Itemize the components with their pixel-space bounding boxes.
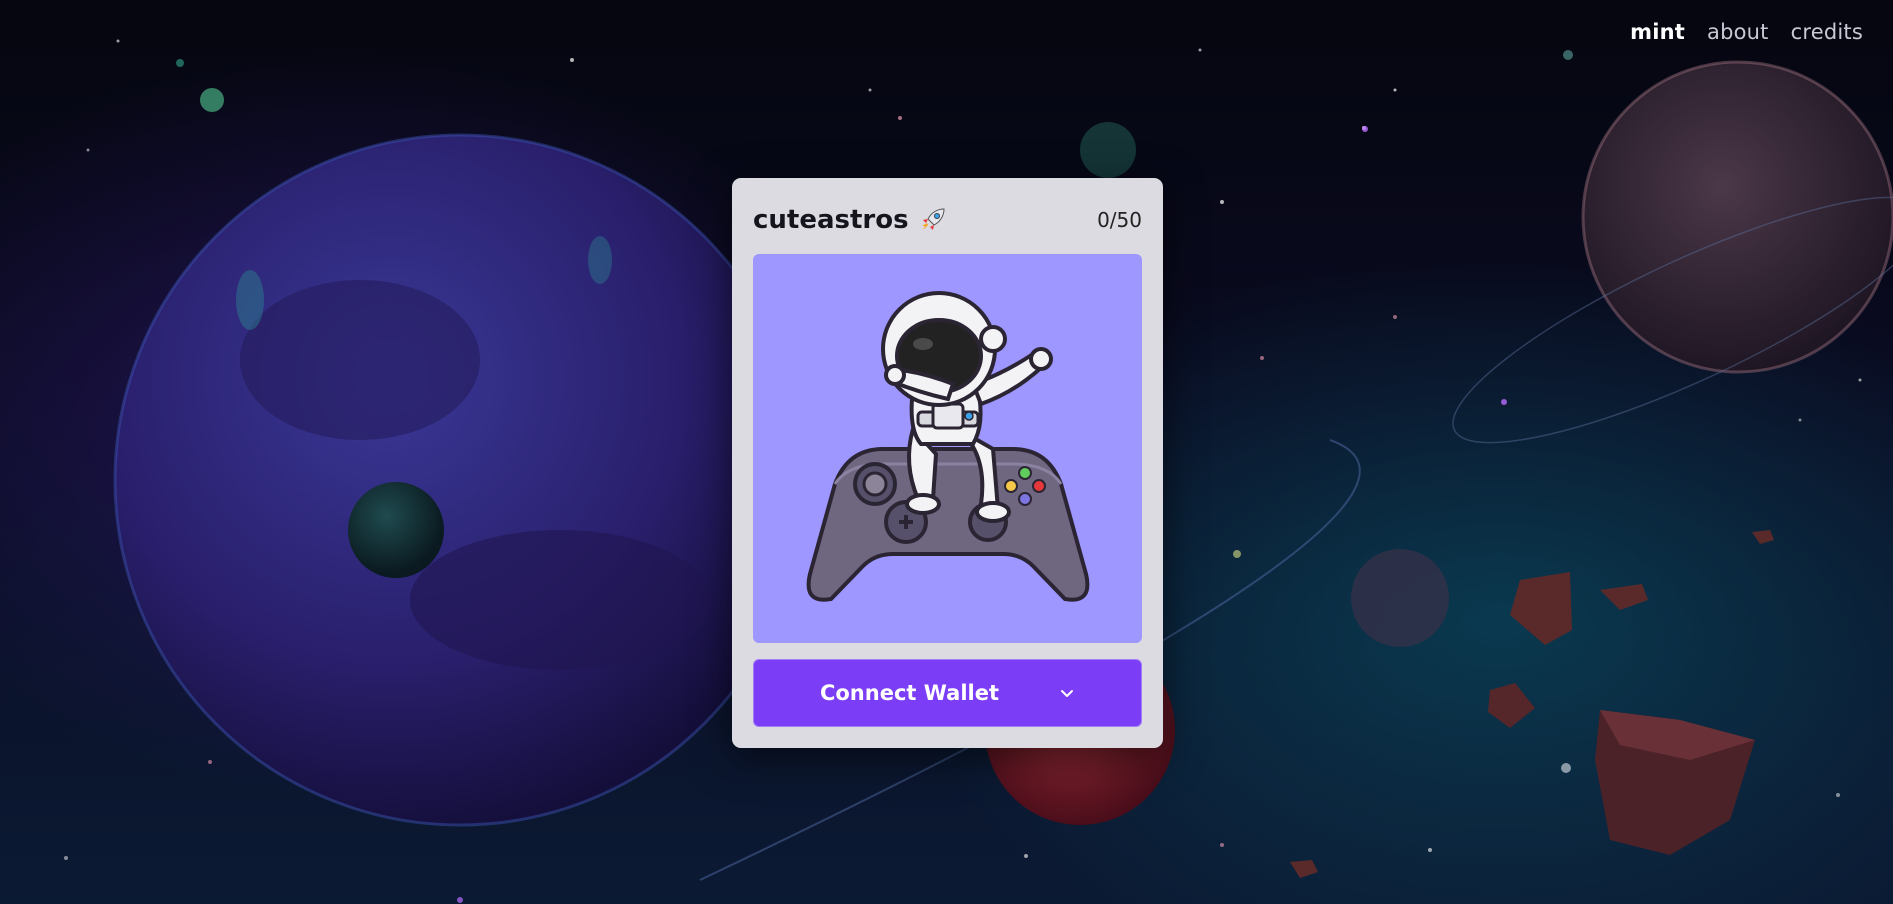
nav-link-credits[interactable]: credits xyxy=(1791,20,1863,44)
collection-title-group: cuteastros xyxy=(753,204,949,236)
collection-title: cuteastros xyxy=(753,205,909,235)
connect-wallet-button[interactable]: Connect Wallet xyxy=(753,659,1142,727)
mint-counter: 0/50 xyxy=(1097,208,1142,232)
connect-wallet-label: Connect Wallet xyxy=(819,681,1000,705)
mint-card: cuteastros 0/50 Connect Wallet xyxy=(732,178,1163,748)
nav-link-mint[interactable]: mint xyxy=(1630,20,1685,44)
rocket-icon xyxy=(917,204,949,236)
nft-artwork xyxy=(753,254,1142,643)
chevron-down-icon xyxy=(1059,685,1075,701)
astronaut-gamepad-illustration xyxy=(806,291,1090,602)
top-nav: mint about credits xyxy=(1630,20,1863,44)
card-header: cuteastros 0/50 xyxy=(753,200,1142,240)
nav-link-about[interactable]: about xyxy=(1707,20,1769,44)
